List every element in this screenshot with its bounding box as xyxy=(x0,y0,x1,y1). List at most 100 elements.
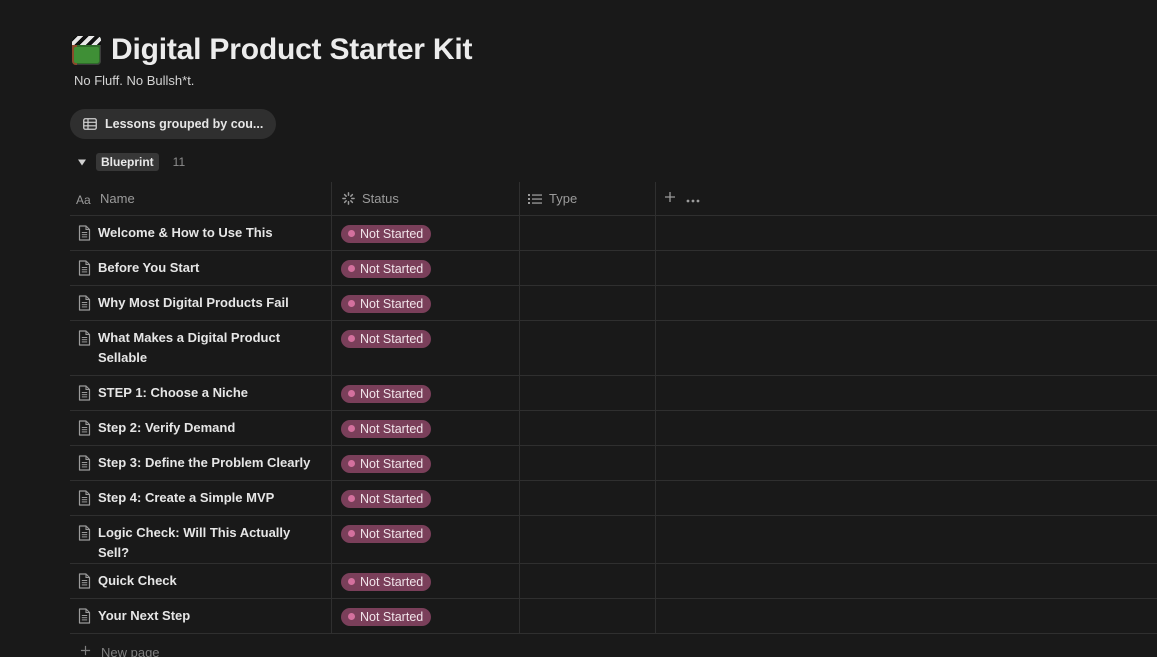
row-title[interactable]: Step 3: Define the Problem Clearly xyxy=(98,453,310,473)
name-cell[interactable]: STEP 1: Choose a Niche xyxy=(70,376,331,410)
status-badge[interactable]: Not Started xyxy=(341,329,432,348)
type-cell[interactable] xyxy=(519,216,655,250)
clapperboard-icon[interactable] xyxy=(72,35,101,65)
page-header: Digital Product Starter Kit xyxy=(72,33,473,67)
row-title[interactable]: Quick Check xyxy=(98,571,177,591)
row-title[interactable]: Welcome & How to Use This xyxy=(98,223,273,243)
status-badge[interactable]: Not Started xyxy=(341,489,432,508)
status-cell[interactable]: Not Started xyxy=(331,321,519,375)
status-cell[interactable]: Not Started xyxy=(331,216,519,250)
table-row[interactable]: Step 4: Create a Simple MVP Not Started xyxy=(70,481,1157,516)
type-cell[interactable] xyxy=(519,516,655,563)
status-badge[interactable]: Not Started xyxy=(341,294,432,313)
plus-icon xyxy=(80,643,91,657)
empty-cell xyxy=(655,216,1157,250)
status-badge[interactable]: Not Started xyxy=(341,524,432,543)
status-cell[interactable]: Not Started xyxy=(331,376,519,410)
table-row[interactable]: Before You Start Not Started xyxy=(70,251,1157,286)
status-dot xyxy=(348,460,355,467)
status-label: Not Started xyxy=(360,421,424,436)
new-page-button[interactable]: New page xyxy=(70,634,1157,657)
column-header-actions xyxy=(655,182,1157,215)
type-cell[interactable] xyxy=(519,411,655,445)
column-header-type[interactable]: Type xyxy=(519,182,655,215)
empty-cell xyxy=(655,481,1157,515)
name-cell[interactable]: Quick Check xyxy=(70,564,331,598)
status-label: Not Started xyxy=(360,574,424,589)
view-tab[interactable]: Lessons grouped by cou... xyxy=(70,109,276,139)
page-icon xyxy=(78,455,91,476)
status-badge[interactable]: Not Started xyxy=(341,419,432,438)
row-title[interactable]: Logic Check: Will This Actually Sell? xyxy=(98,523,313,563)
status-dot xyxy=(348,530,355,537)
table-row[interactable]: What Makes a Digital Product Sellable Not… xyxy=(70,321,1157,376)
status-cell[interactable]: Not Started xyxy=(331,516,519,563)
type-cell[interactable] xyxy=(519,286,655,320)
row-title[interactable]: Step 4: Create a Simple MVP xyxy=(98,488,274,508)
table-row[interactable]: Your Next Step Not Started xyxy=(70,599,1157,634)
table-row[interactable]: Step 2: Verify Demand Not Started xyxy=(70,411,1157,446)
empty-cell xyxy=(655,376,1157,410)
status-cell[interactable]: Not Started xyxy=(331,564,519,598)
lessons-table: Aa Name Status Type Welcome & How to Use… xyxy=(70,182,1157,657)
table-row[interactable]: Step 3: Define the Problem Clearly Not St… xyxy=(70,446,1157,481)
name-cell[interactable]: Welcome & How to Use This xyxy=(70,216,331,250)
status-label: Not Started xyxy=(360,226,424,241)
more-options-icon[interactable] xyxy=(686,191,700,206)
table-row[interactable]: Welcome & How to Use This Not Started xyxy=(70,216,1157,251)
type-cell[interactable] xyxy=(519,251,655,285)
status-badge[interactable]: Not Started xyxy=(341,572,432,591)
status-cell[interactable]: Not Started xyxy=(331,411,519,445)
status-badge[interactable]: Not Started xyxy=(341,259,432,278)
table-row[interactable]: Quick Check Not Started xyxy=(70,564,1157,599)
name-cell[interactable]: Before You Start xyxy=(70,251,331,285)
name-cell[interactable]: Logic Check: Will This Actually Sell? xyxy=(70,516,331,563)
status-dot xyxy=(348,578,355,585)
status-cell[interactable]: Not Started xyxy=(331,599,519,633)
status-badge[interactable]: Not Started xyxy=(341,454,432,473)
status-badge[interactable]: Not Started xyxy=(341,607,432,626)
column-header-name[interactable]: Aa Name xyxy=(70,182,331,215)
status-cell[interactable]: Not Started xyxy=(331,251,519,285)
status-property-icon xyxy=(342,192,355,205)
type-cell[interactable] xyxy=(519,446,655,480)
empty-cell xyxy=(655,321,1157,375)
type-cell[interactable] xyxy=(519,321,655,375)
status-badge[interactable]: Not Started xyxy=(341,384,432,403)
status-cell[interactable]: Not Started xyxy=(331,286,519,320)
type-cell[interactable] xyxy=(519,564,655,598)
row-title[interactable]: Your Next Step xyxy=(98,606,190,626)
type-cell[interactable] xyxy=(519,481,655,515)
table-row[interactable]: STEP 1: Choose a Niche Not Started xyxy=(70,376,1157,411)
name-cell[interactable]: Step 3: Define the Problem Clearly xyxy=(70,446,331,480)
page-title[interactable]: Digital Product Starter Kit xyxy=(111,33,473,67)
type-cell[interactable] xyxy=(519,376,655,410)
column-header-name-label: Name xyxy=(100,191,135,206)
name-cell[interactable]: What Makes a Digital Product Sellable xyxy=(70,321,331,375)
status-cell[interactable]: Not Started xyxy=(331,446,519,480)
name-cell[interactable]: Step 2: Verify Demand xyxy=(70,411,331,445)
status-badge[interactable]: Not Started xyxy=(341,224,432,243)
row-title[interactable]: Step 2: Verify Demand xyxy=(98,418,235,438)
name-cell[interactable]: Step 4: Create a Simple MVP xyxy=(70,481,331,515)
table-row[interactable]: Logic Check: Will This Actually Sell? Not… xyxy=(70,516,1157,564)
row-title[interactable]: Before You Start xyxy=(98,258,199,278)
column-header-type-label: Type xyxy=(549,191,578,206)
group-label[interactable]: Blueprint xyxy=(96,153,159,171)
status-dot xyxy=(348,265,355,272)
caret-down-icon[interactable] xyxy=(76,156,88,168)
row-title[interactable]: What Makes a Digital Product Sellable xyxy=(98,328,313,368)
status-dot xyxy=(348,335,355,342)
view-tab-label: Lessons grouped by cou... xyxy=(105,117,264,131)
name-cell[interactable]: Why Most Digital Products Fail xyxy=(70,286,331,320)
status-cell[interactable]: Not Started xyxy=(331,481,519,515)
add-property-icon[interactable] xyxy=(664,191,676,206)
table-row[interactable]: Why Most Digital Products Fail Not Starte… xyxy=(70,286,1157,321)
type-cell[interactable] xyxy=(519,599,655,633)
status-label: Not Started xyxy=(360,386,424,401)
column-header-status[interactable]: Status xyxy=(331,182,519,215)
page-icon xyxy=(78,225,91,246)
name-cell[interactable]: Your Next Step xyxy=(70,599,331,633)
row-title[interactable]: STEP 1: Choose a Niche xyxy=(98,383,248,403)
row-title[interactable]: Why Most Digital Products Fail xyxy=(98,293,289,313)
